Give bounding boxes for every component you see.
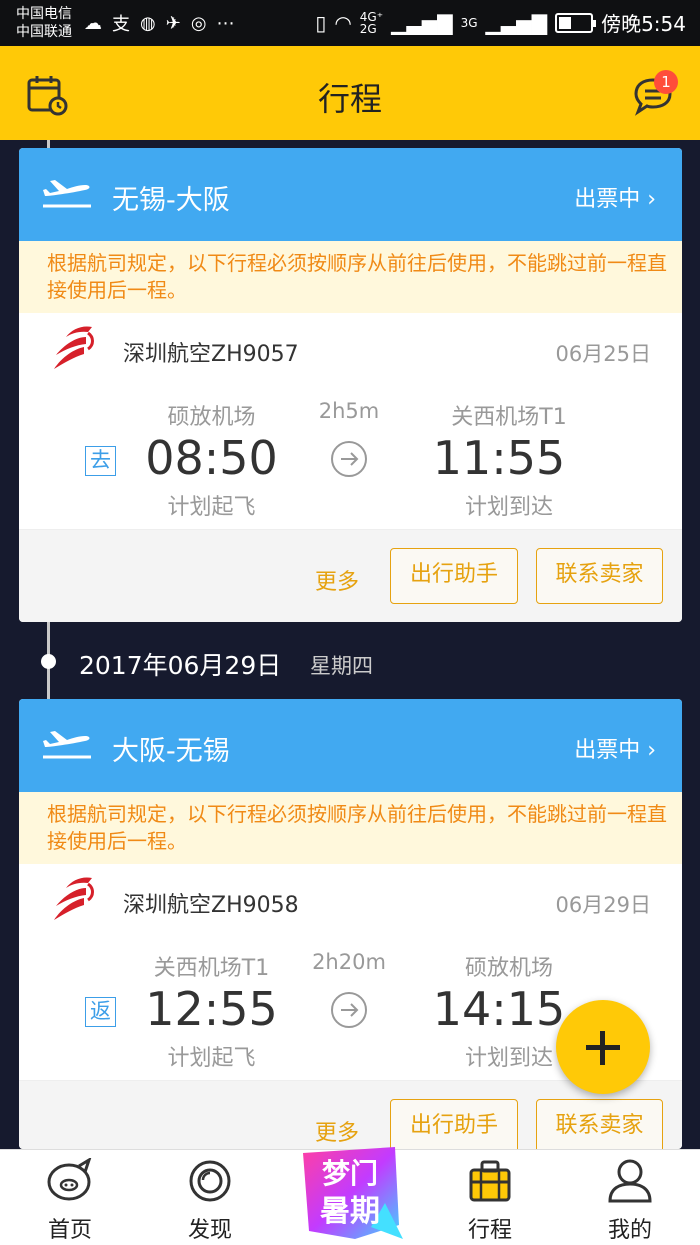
- telegram-icon: ✈: [165, 12, 181, 34]
- travel-assistant-button[interactable]: 出行助手: [390, 1099, 518, 1149]
- direction-tag: 去: [85, 446, 116, 476]
- flight-number: 深圳航空ZH9057: [123, 342, 299, 367]
- promo-text: 暑期: [320, 1194, 380, 1229]
- trip-card-header[interactable]: 大阪-无锡 出票中 ›: [19, 699, 682, 792]
- wechat-icon: ◍: [140, 12, 156, 34]
- message-badge: 1: [654, 70, 678, 94]
- departure-airport: 硕放机场: [167, 405, 256, 430]
- timeline-weekday: 星期四: [310, 654, 373, 678]
- nav-mine[interactable]: 我的: [560, 1150, 700, 1245]
- shenzhen-airlines-logo: [54, 877, 94, 920]
- clock: 傍晚5:54: [601, 12, 686, 36]
- trip-actions: 更多 出行助手 联系卖家: [19, 1080, 682, 1149]
- shenzhen-airlines-logo: [54, 326, 94, 369]
- flight-duration: 2h5m: [318, 399, 380, 423]
- cloud-icon: ☁: [84, 12, 102, 34]
- airline-notice: 根据航司规定，以下行程必须按顺序从前往后使用，不能跳过前一程直接使用后一程。: [19, 792, 682, 864]
- flight-date: 06月29日: [555, 893, 651, 917]
- pig-icon: [47, 1158, 92, 1201]
- network-2g: 2G: [359, 21, 377, 36]
- battery-fill: [559, 16, 572, 29]
- app-icon: ◎: [190, 12, 207, 34]
- nav-trips[interactable]: 行程: [420, 1150, 560, 1245]
- arrival-label: 计划到达: [464, 495, 553, 520]
- plane-icon: [43, 731, 91, 759]
- network-4g-2g: 4G⁺ 2G: [360, 11, 383, 35]
- more-icon: ⋯: [216, 12, 235, 34]
- more-link[interactable]: 更多: [315, 564, 359, 596]
- svg-text:梦门: 梦门: [322, 1157, 378, 1190]
- ticket-status-link[interactable]: 出票中 ›: [574, 181, 656, 213]
- arrival-time: 11:55: [432, 431, 566, 485]
- flight-date: 06月25日: [555, 342, 651, 366]
- direction-tag: 返: [85, 997, 116, 1027]
- nav-home-label: 首页: [47, 1218, 92, 1243]
- suitcase-icon: [469, 1160, 511, 1202]
- top-header: 行程 1: [0, 46, 700, 140]
- trip-card-header[interactable]: 无锡-大阪 出票中 ›: [19, 148, 682, 241]
- system-status: ▯ ◠ 4G⁺ 2G ▁▃▅▇ 3G ▁▃▅▇ 傍晚5:54: [315, 8, 686, 37]
- arrival-airport: 关西机场T1: [451, 405, 567, 430]
- page-title: 行程: [317, 80, 382, 118]
- battery-icon: [555, 12, 597, 33]
- add-trip-button[interactable]: [556, 1000, 650, 1094]
- arrival-airport: 硕放机场: [464, 956, 553, 981]
- vibrate-icon: ▯: [315, 10, 327, 35]
- wifi-icon: ◠: [334, 10, 352, 35]
- status-bar: 中国电信 中国联通 ☁ 支 ◍ ✈ ◎ ⋯ ▯ ◠ 4G⁺ 2G ▁▃▅▇ 3G…: [0, 0, 700, 46]
- departure-time: 12:55: [145, 982, 278, 1036]
- summer-promo-badge[interactable]: 梦门 暑期: [295, 1143, 405, 1243]
- trip-route: 大阪-无锡: [112, 736, 230, 767]
- carrier-info: 中国电信 中国联通: [16, 5, 72, 41]
- departure-airport: 关西机场T1: [153, 956, 270, 981]
- trip-card[interactable]: 无锡-大阪 出票中 › 根据航司规定，以下行程必须按顺序从前往后使用，不能跳过前…: [19, 148, 682, 622]
- alipay-icon: 支: [112, 14, 130, 35]
- contact-seller-button[interactable]: 联系卖家: [536, 548, 663, 604]
- arrow-right-icon: [331, 992, 367, 1028]
- nav-mine-label: 我的: [607, 1218, 652, 1243]
- departure-label: 计划起飞: [167, 495, 256, 520]
- travel-assistant-button[interactable]: 出行助手: [390, 548, 518, 604]
- airline-notice: 根据航司规定，以下行程必须按顺序从前往后使用，不能跳过前一程直接使用后一程。: [19, 241, 682, 313]
- carrier-2: 中国联通: [16, 24, 72, 40]
- departure-label: 计划起飞: [167, 1046, 256, 1071]
- plane-icon: [43, 180, 91, 208]
- timeline-date: 2017年06月29日: [79, 651, 282, 680]
- notification-icons: ☁ 支 ◍ ✈ ◎ ⋯: [84, 10, 235, 36]
- flight-number: 深圳航空ZH9058: [123, 893, 299, 918]
- nav-discover[interactable]: 发现: [140, 1150, 280, 1245]
- departure-time: 08:50: [145, 431, 278, 485]
- nav-home[interactable]: 首页: [0, 1150, 140, 1245]
- ticket-status-link[interactable]: 出票中 ›: [574, 732, 656, 764]
- arrival-time: 14:15: [432, 982, 566, 1036]
- flight-duration: 2h20m: [312, 950, 386, 974]
- nav-discover-label: 发现: [187, 1218, 232, 1243]
- contact-seller-button[interactable]: 联系卖家: [536, 1099, 663, 1149]
- trip-actions: 更多 出行助手 联系卖家: [19, 529, 682, 622]
- signal-icon-2: ▁▃▅▇: [485, 10, 548, 35]
- eye-icon: [189, 1160, 231, 1202]
- signal-icon: ▁▃▅▇: [391, 10, 453, 35]
- network-3g: 3G: [460, 15, 478, 30]
- arrow-right-icon: [331, 441, 367, 477]
- timeline-dot: [41, 654, 56, 669]
- flight-detail[interactable]: 深圳航空ZH9057 06月25日 硕放机场 2h5m 关西机场T1 去 08:…: [19, 313, 682, 529]
- nav-trips-label: 行程: [467, 1218, 512, 1243]
- trip-route: 无锡-大阪: [112, 185, 230, 216]
- user-icon: [608, 1159, 652, 1203]
- carrier-1: 中国电信: [16, 6, 72, 22]
